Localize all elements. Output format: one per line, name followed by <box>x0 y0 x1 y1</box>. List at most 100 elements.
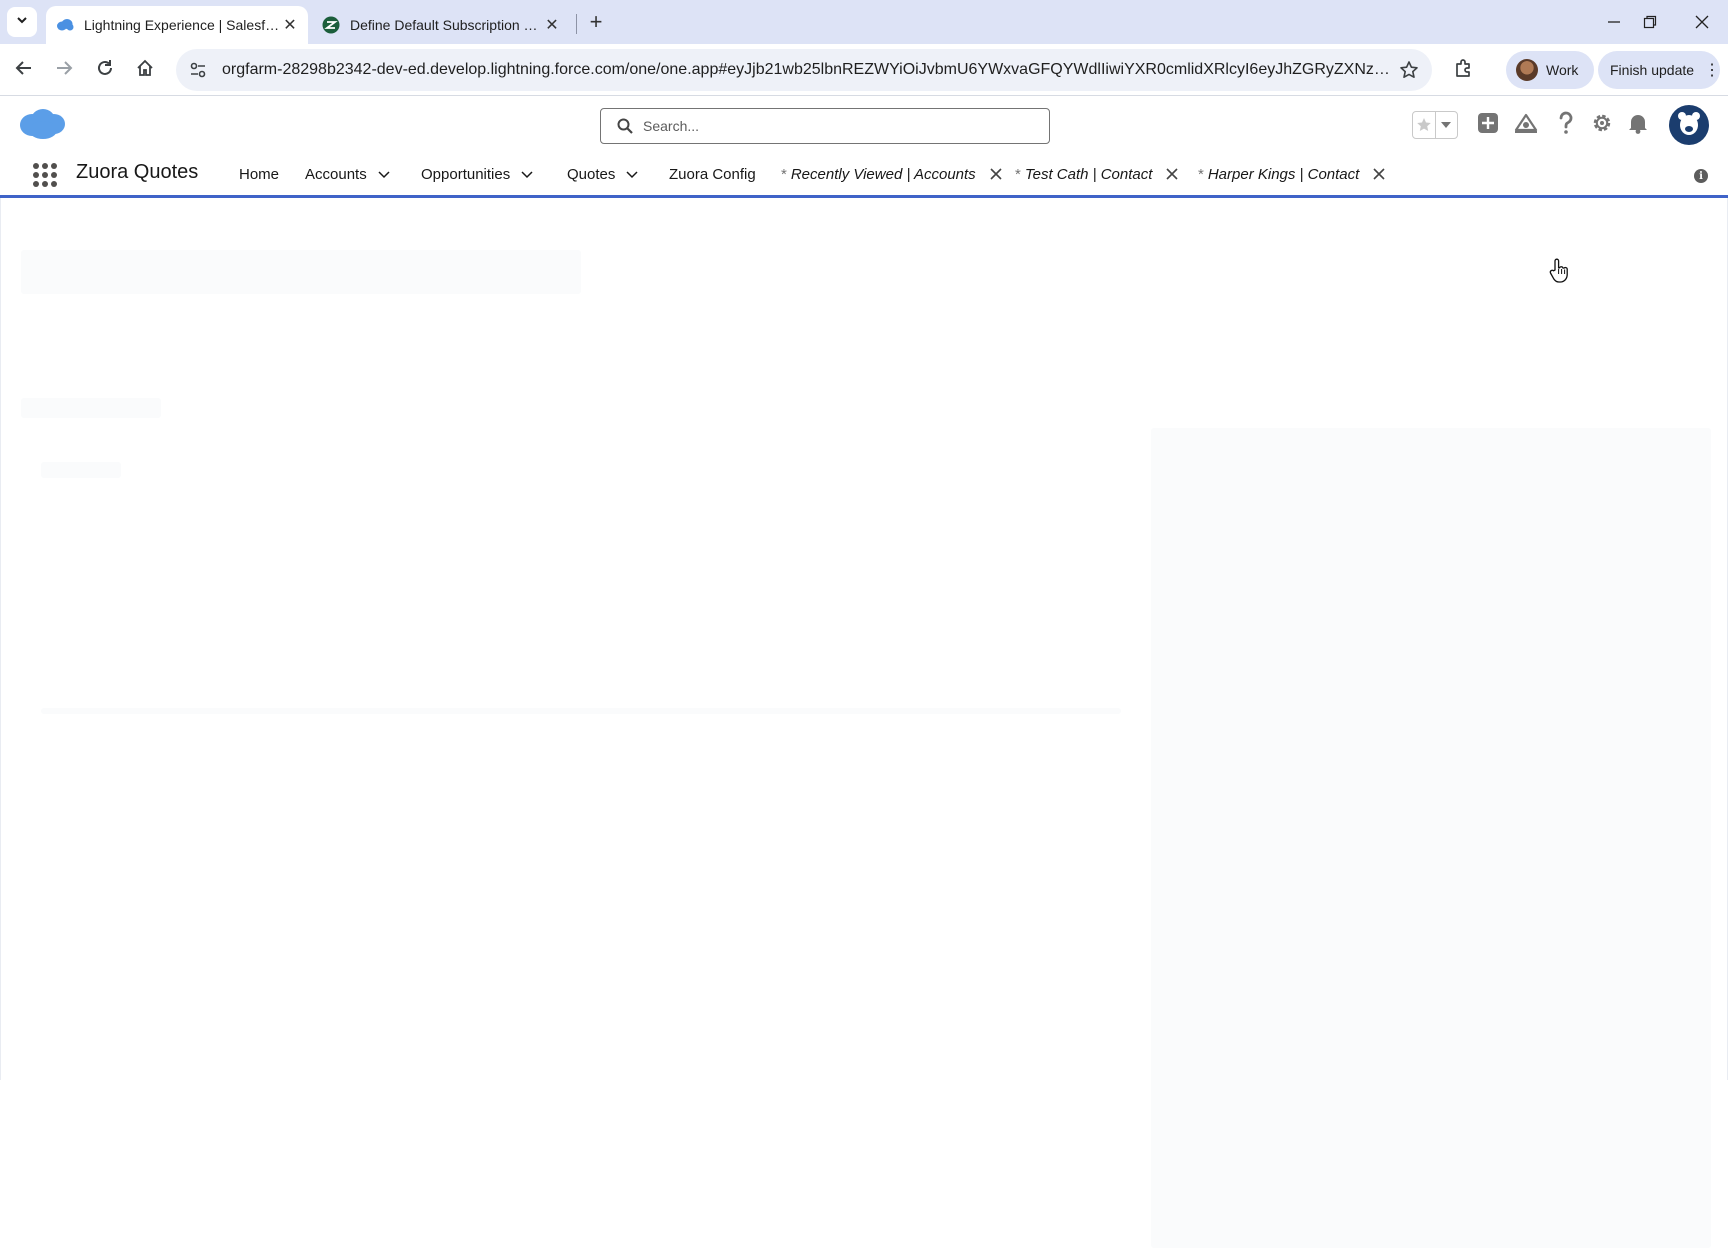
app-navigation-bar: Zuora Quotes Home Accounts Opportunities… <box>0 153 1728 198</box>
minimize-button[interactable] <box>1596 8 1632 36</box>
search-placeholder: Search... <box>643 118 700 134</box>
browser-tab-strip: Lightning Experience | Salesforce ✕ Defi… <box>0 0 1728 44</box>
nav-item-accounts[interactable]: Accounts <box>305 153 391 195</box>
waffle-dot <box>42 181 48 187</box>
workspace-tab-test-cath-contact[interactable]: * Test Cath | Contact <box>1015 153 1178 195</box>
waffle-dot <box>42 163 48 169</box>
unsaved-marker: * <box>1015 165 1021 183</box>
reload-button[interactable] <box>89 54 121 86</box>
puzzle-icon <box>1454 58 1474 83</box>
nav-item-label: Quotes <box>567 165 616 183</box>
update-label: Finish update <box>1610 62 1695 78</box>
favorites-button-group <box>1412 111 1458 139</box>
waffle-dot <box>51 181 57 187</box>
browser-tab-salesforce[interactable]: Lightning Experience | Salesforce ✕ <box>46 6 308 44</box>
trailhead-button[interactable] <box>1512 111 1540 139</box>
chevron-down-icon[interactable] <box>625 167 639 181</box>
question-icon <box>1556 111 1576 140</box>
workspace-tab-harper-kings-contact[interactable]: * Harper Kings | Contact <box>1198 153 1385 195</box>
nav-item-label: Accounts <box>305 165 367 183</box>
profile-label: Work <box>1546 62 1579 78</box>
waffle-dot <box>33 172 39 178</box>
help-button[interactable] <box>1552 111 1580 139</box>
waffle-dot <box>33 163 39 169</box>
restore-button[interactable] <box>1632 8 1668 36</box>
setup-button[interactable] <box>1588 111 1616 139</box>
unsaved-marker: * <box>1198 165 1204 183</box>
extensions-button[interactable] <box>1448 54 1480 86</box>
zuora-logo-icon <box>322 16 340 34</box>
loading-placeholder <box>21 398 161 418</box>
close-window-button[interactable] <box>1684 8 1720 36</box>
user-avatar[interactable] <box>1669 105 1709 145</box>
tab-separator <box>576 14 577 34</box>
more-vert-icon: ⋮ <box>1704 62 1720 79</box>
gear-icon <box>1591 112 1613 139</box>
nav-item-opportunities[interactable]: Opportunities <box>421 153 534 195</box>
url-text[interactable]: orgfarm-28298b2342-dev-ed.develop.lightn… <box>214 61 1392 79</box>
browser-tab-zuora[interactable]: Define Default Subscription and ✕ <box>312 6 570 44</box>
arrow-left-icon <box>15 59 33 82</box>
tab-title: Lightning Experience | Salesforce <box>84 17 280 33</box>
nav-item-home[interactable]: Home <box>239 153 279 195</box>
waffle-dot <box>51 172 57 178</box>
home-icon <box>136 59 154 82</box>
plus-square-icon <box>1477 112 1499 139</box>
nav-item-label: Zuora Config <box>669 165 756 183</box>
new-tab-button[interactable]: + <box>584 9 608 34</box>
loading-placeholder <box>41 462 121 478</box>
tune-icon[interactable] <box>182 54 214 86</box>
workspace-tab-label: Test Cath | Contact <box>1024 165 1153 183</box>
close-tab-icon[interactable]: ✕ <box>542 15 562 35</box>
chevron-down-icon[interactable] <box>520 167 534 181</box>
workspace-tab-recently-viewed-accounts[interactable]: * Recently Viewed | Accounts <box>781 153 1002 195</box>
close-icon[interactable] <box>1166 168 1178 180</box>
salesforce-global-header: Search... <box>0 97 1728 153</box>
close-icon[interactable] <box>990 168 1002 180</box>
app-name: Zuora Quotes <box>76 161 199 183</box>
close-icon[interactable] <box>1373 168 1385 180</box>
star-outline-icon[interactable] <box>1392 53 1426 87</box>
favorites-star-icon[interactable] <box>1413 112 1435 138</box>
loading-placeholder <box>1151 428 1711 1248</box>
tab-title: Define Default Subscription and <box>350 17 542 33</box>
close-tab-icon[interactable]: ✕ <box>280 15 300 35</box>
unsaved-marker: * <box>781 165 787 183</box>
user-avatar-icon <box>1674 108 1704 143</box>
workspace-tab-label: Recently Viewed | Accounts <box>790 165 976 183</box>
nav-item-label: Home <box>239 165 280 183</box>
main-content-area <box>0 198 1728 1248</box>
chevron-down-icon[interactable] <box>377 167 391 181</box>
address-bar[interactable]: orgfarm-28298b2342-dev-ed.develop.lightn… <box>176 49 1432 91</box>
browser-toolbar: orgfarm-28298b2342-dev-ed.develop.lightn… <box>0 44 1728 96</box>
loading-placeholder <box>41 708 1121 714</box>
avatar <box>1516 59 1538 81</box>
info-icon[interactable]: i <box>1694 169 1708 183</box>
trailhead-icon <box>1514 112 1538 139</box>
profile-chip[interactable]: Work <box>1506 51 1594 89</box>
nav-item-label: Opportunities <box>421 165 511 183</box>
chevron-down-icon <box>15 13 29 32</box>
reload-icon <box>96 59 114 82</box>
back-button[interactable] <box>8 54 40 86</box>
waffle-dot <box>33 181 39 187</box>
nav-item-quotes[interactable]: Quotes <box>567 153 639 195</box>
home-button[interactable] <box>129 54 161 86</box>
waffle-dot <box>51 163 57 169</box>
nav-item-zuora-config[interactable]: Zuora Config <box>669 153 756 195</box>
global-actions-button[interactable] <box>1474 111 1502 139</box>
loading-placeholder <box>21 250 581 294</box>
hand-cursor-icon <box>1548 258 1570 284</box>
favorites-dropdown-icon[interactable] <box>1434 112 1458 138</box>
arrow-right-icon <box>55 59 73 82</box>
salesforce-cloud-icon <box>56 16 74 34</box>
forward-button[interactable] <box>48 54 80 86</box>
workspace-tab-label: Harper Kings | Contact <box>1207 165 1360 183</box>
app-launcher-button[interactable] <box>33 163 57 187</box>
notifications-button[interactable] <box>1624 111 1652 139</box>
global-search-input[interactable]: Search... <box>600 108 1050 144</box>
tab-search-button[interactable] <box>7 7 37 37</box>
salesforce-logo[interactable] <box>18 107 66 141</box>
finish-update-button[interactable]: Finish update ⋮ <box>1598 51 1720 89</box>
search-icon <box>617 118 633 134</box>
